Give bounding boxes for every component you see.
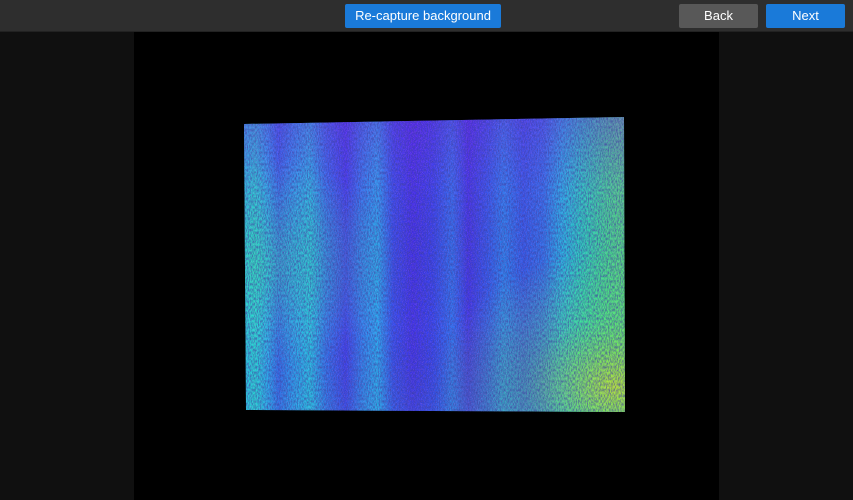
back-button[interactable]: Back <box>679 4 758 28</box>
recapture-background-button[interactable]: Re-capture background <box>345 4 501 28</box>
left-side-panel <box>0 32 134 500</box>
depth-map-image <box>244 117 625 412</box>
right-side-panel <box>719 32 853 500</box>
depth-viewer[interactable] <box>134 32 719 500</box>
depth-surface <box>244 117 625 412</box>
depth-map-container <box>134 32 719 500</box>
app-window: Re-capture background Back Next <box>0 0 853 500</box>
next-button[interactable]: Next <box>766 4 845 28</box>
top-toolbar: Re-capture background Back Next <box>0 0 853 32</box>
